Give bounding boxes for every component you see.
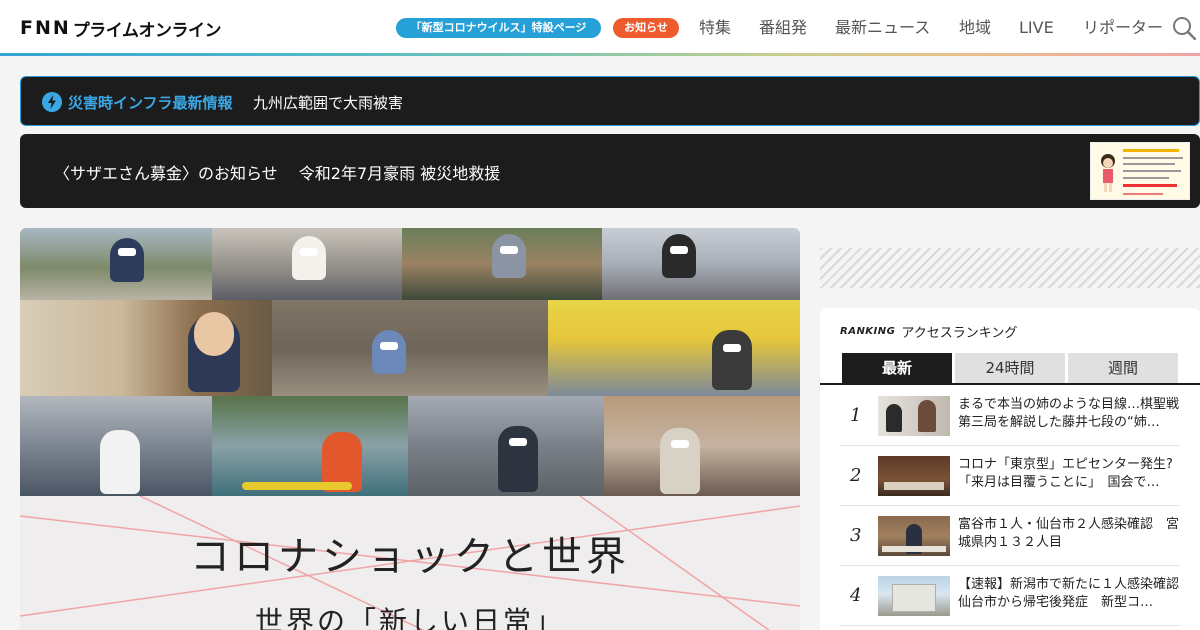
access-ranking-panel: RANKING アクセスランキング 最新 24時間 週間 1 まるで本当の姉のよ… <box>820 308 1200 630</box>
featured-article-card[interactable]: コロナショックと世界 世界の「新しい日常」 <box>20 228 800 630</box>
collage-photo <box>212 228 402 300</box>
collage-photo <box>20 300 272 396</box>
nav-live[interactable]: LIVE <box>1019 18 1054 38</box>
ranking-thumbnail <box>878 576 950 616</box>
ranking-item[interactable]: 1 まるで本当の姉のような目線…棋聖戦第三局を解説した藤井七段の“姉… <box>840 386 1180 446</box>
ranking-item[interactable]: 3 富谷市１人・仙台市２人感染確認 宮城県内１３２人目 <box>840 506 1180 566</box>
tab-underline <box>820 383 1200 385</box>
tab-weekly[interactable]: 週間 <box>1068 353 1178 383</box>
ad-placeholder <box>820 248 1200 288</box>
nav-regions[interactable]: 地域 <box>959 18 991 38</box>
hero-title-panel: コロナショックと世界 世界の「新しい日常」 <box>20 496 800 630</box>
ranking-number: 2 <box>850 465 862 486</box>
reporter-photo-collage <box>20 228 800 496</box>
tab-24-hours[interactable]: 24時間 <box>955 353 1065 383</box>
ranking-thumbnail <box>878 396 950 436</box>
sazae-fund-thumbnail <box>1090 142 1190 200</box>
disaster-info-banner[interactable]: 災害時インフラ最新情報 九州広範囲で大雨被害 <box>20 76 1200 126</box>
search-icon[interactable] <box>1172 16 1196 40</box>
ranking-title: アクセスランキング <box>901 326 1018 341</box>
hero-title: コロナショックと世界 <box>190 534 630 580</box>
ranking-title-text: 【速報】新潟市で新たに１人感染確認 仙台市から帰宅後発症 新型コ… <box>958 577 1180 610</box>
collage-photo <box>408 396 604 496</box>
lightning-bolt-icon <box>42 92 62 112</box>
ranking-item[interactable]: 2 コロナ「東京型」エピセンター発生?「来月は目覆うことに」 国会で… <box>840 446 1180 506</box>
disaster-label: 災害時インフラ最新情報 <box>68 94 233 112</box>
tab-latest[interactable]: 最新 <box>842 353 952 383</box>
collage-photo <box>548 300 800 396</box>
ranking-title-text: まるで本当の姉のような目線…棋聖戦第三局を解説した藤井七段の“姉… <box>958 397 1180 430</box>
collage-photo <box>604 396 800 496</box>
ranking-thumbnail <box>878 456 950 496</box>
ranking-header: RANKING アクセスランキング <box>840 322 1017 341</box>
collage-photo <box>20 228 212 300</box>
collage-photo <box>402 228 602 300</box>
ranking-title-text: 富谷市１人・仙台市２人感染確認 宮城県内１３２人目 <box>958 517 1180 550</box>
hero-subtitle: 世界の「新しい日常」 <box>254 605 565 630</box>
corona-special-page-link[interactable]: 「新型コロナウイルス」特設ページ <box>396 18 601 38</box>
disaster-headline[interactable]: 九州広範囲で大雨被害 <box>253 92 403 113</box>
ranking-thumbnail <box>878 516 950 556</box>
ranking-logo: RANKING <box>840 326 896 337</box>
ranking-number: 4 <box>850 585 862 606</box>
collage-photo <box>272 300 548 396</box>
nav-programs[interactable]: 番組発 <box>759 18 807 38</box>
nav-features[interactable]: 特集 <box>699 18 731 38</box>
nav-reporters[interactable]: リポーター <box>1083 18 1163 38</box>
ranking-number: 3 <box>850 525 862 546</box>
site-logo[interactable]: FNN プライムオンライン <box>20 17 222 41</box>
ranking-number: 1 <box>850 405 862 426</box>
collage-photo <box>602 228 800 300</box>
sazae-fund-text: 〈サザエさん募金〉のお知らせ 令和2年7月豪雨 被災地救援 <box>54 164 501 183</box>
nav-latest-news[interactable]: 最新ニュース <box>835 18 930 38</box>
announcements-link[interactable]: お知らせ <box>613 18 679 38</box>
site-header: FNN プライムオンライン 「新型コロナウイルス」特設ページ お知らせ 特集 番… <box>0 0 1200 56</box>
ranking-item[interactable]: 4 【速報】新潟市で新たに１人感染確認 仙台市から帰宅後発症 新型コ… <box>840 566 1180 626</box>
logo-prime-online: プライムオンライン <box>72 20 222 41</box>
sazae-fund-banner[interactable]: 〈サザエさん募金〉のお知らせ 令和2年7月豪雨 被災地救援 <box>20 134 1200 208</box>
header-gradient-rule <box>0 53 1200 56</box>
collage-photo <box>212 396 408 496</box>
logo-fnn: FNN <box>20 17 71 39</box>
sazae-character-icon <box>1101 154 1115 192</box>
ranking-title-text: コロナ「東京型」エピセンター発生?「来月は目覆うことに」 国会で… <box>958 457 1173 490</box>
collage-photo <box>20 396 212 496</box>
